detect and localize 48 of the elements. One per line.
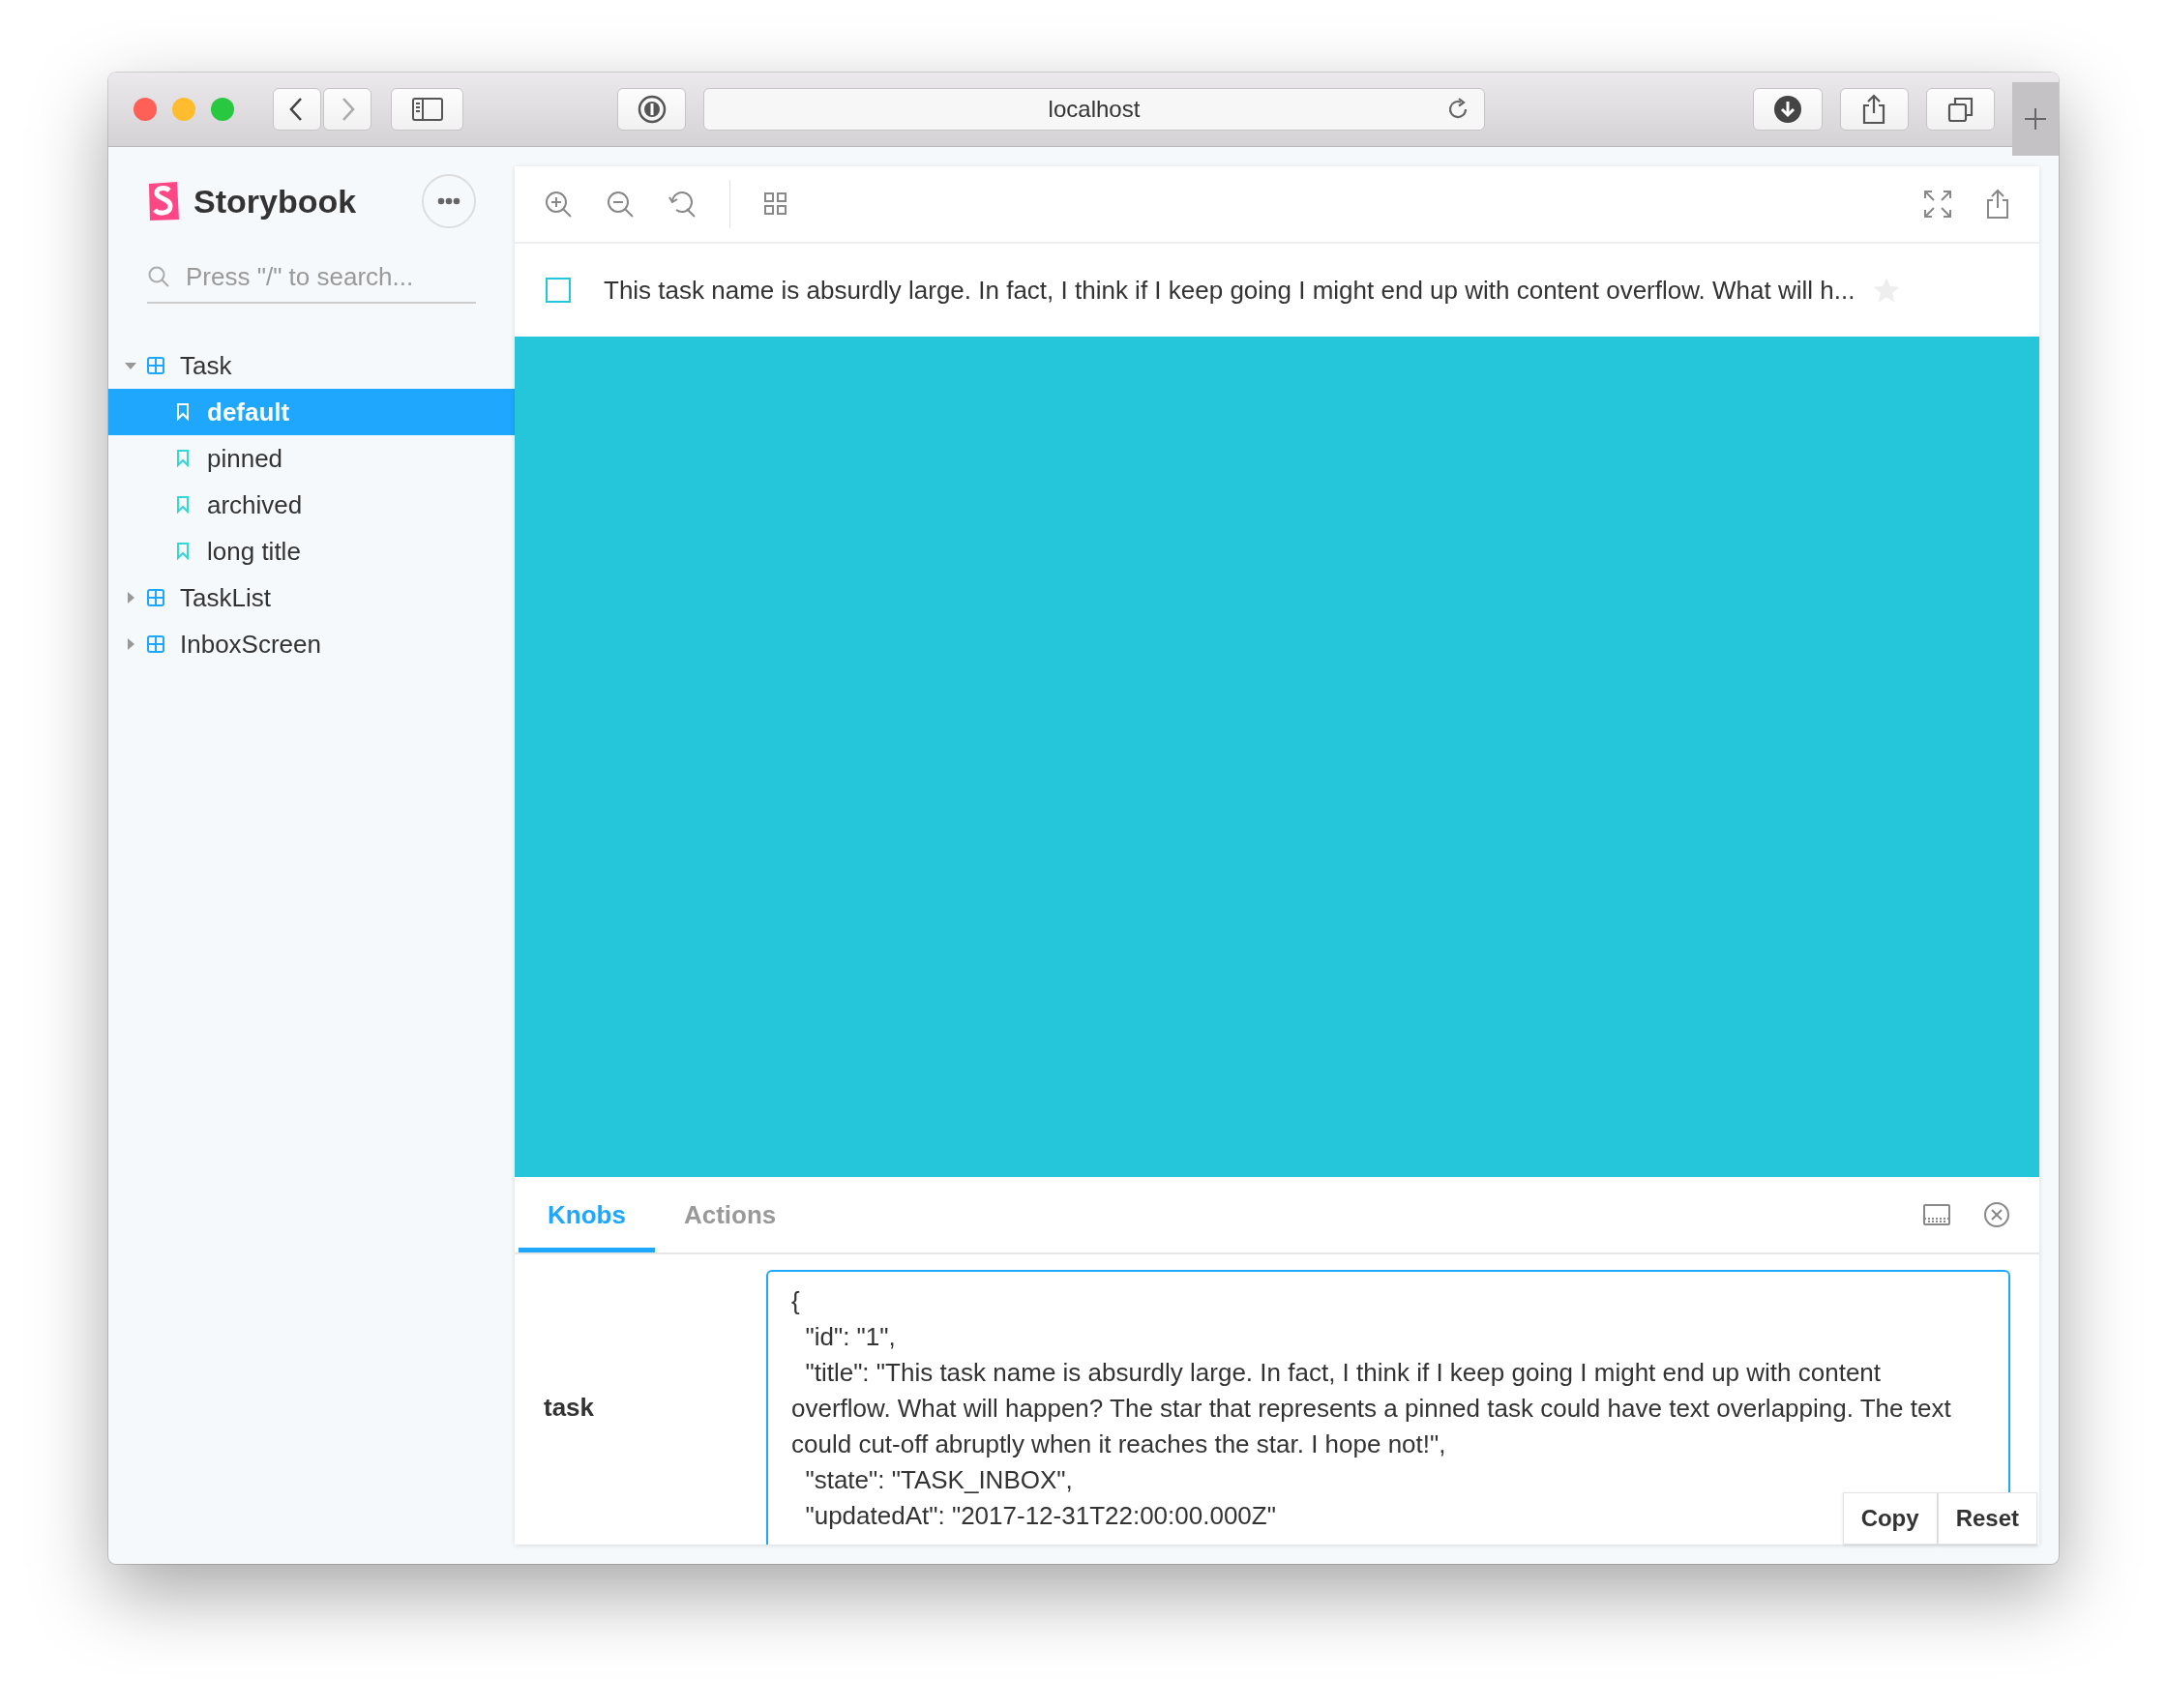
download-icon — [1772, 95, 1802, 124]
zoom-in-icon[interactable] — [544, 190, 573, 219]
bookmark-icon — [176, 496, 190, 514]
sidebar-toggle-button[interactable] — [391, 88, 464, 131]
logo-icon — [147, 181, 180, 221]
back-button[interactable] — [273, 88, 321, 131]
url-text: localhost — [1048, 96, 1141, 123]
share-icon — [1861, 94, 1887, 125]
share-button[interactable] — [1839, 88, 1909, 131]
share-icon[interactable] — [1985, 189, 2010, 220]
new-tab-button[interactable] — [2012, 82, 2059, 156]
bookmark-icon — [176, 450, 190, 467]
knob-button[interactable]: Reset — [1937, 1492, 2037, 1545]
keyhole-icon — [636, 94, 668, 125]
grid-icon[interactable] — [763, 191, 788, 217]
grid-icon — [147, 357, 164, 374]
tree-item[interactable]: InboxScreen — [108, 621, 515, 667]
grid-icon — [147, 635, 164, 653]
sidebar-icon — [411, 98, 443, 121]
download-button[interactable] — [1753, 88, 1823, 131]
more-button[interactable] — [422, 174, 476, 228]
story-item[interactable]: long title — [108, 528, 515, 574]
story-item[interactable]: pinned — [108, 435, 515, 482]
panel-layout-icon[interactable] — [1923, 1203, 1950, 1226]
ellipsis-icon — [437, 197, 460, 205]
search-icon — [147, 265, 170, 288]
tabs-icon — [1945, 95, 1975, 124]
close-icon[interactable] — [134, 98, 157, 121]
close-icon[interactable] — [1983, 1201, 2010, 1228]
fullscreen-icon[interactable] — [1923, 190, 1952, 219]
story-item[interactable]: archived — [108, 482, 515, 528]
bookmark-icon — [176, 543, 190, 560]
checkbox[interactable] — [546, 278, 571, 303]
tree-item[interactable]: Task — [108, 342, 515, 389]
tree-item[interactable]: TaskList — [108, 574, 515, 621]
reset-zoom-icon[interactable] — [668, 190, 697, 219]
tabs-button[interactable] — [1926, 88, 1996, 131]
address-bar[interactable]: localhost — [703, 88, 1485, 131]
brand-name: Storybook — [193, 182, 357, 221]
knob-label: task — [544, 1392, 595, 1423]
grid-icon — [147, 589, 164, 606]
task-title: This task name is absurdly large. In fact, I think if I keep going I might end up with content overflow. What will h... — [604, 275, 1855, 306]
plus-icon — [2023, 106, 2049, 132]
knob-button[interactable]: Copy — [1842, 1492, 1938, 1545]
zoom-out-icon[interactable] — [606, 190, 635, 219]
password-button[interactable] — [617, 88, 687, 131]
bookmark-icon — [176, 403, 190, 421]
search-field[interactable]: Press "/" to search... — [147, 251, 476, 304]
